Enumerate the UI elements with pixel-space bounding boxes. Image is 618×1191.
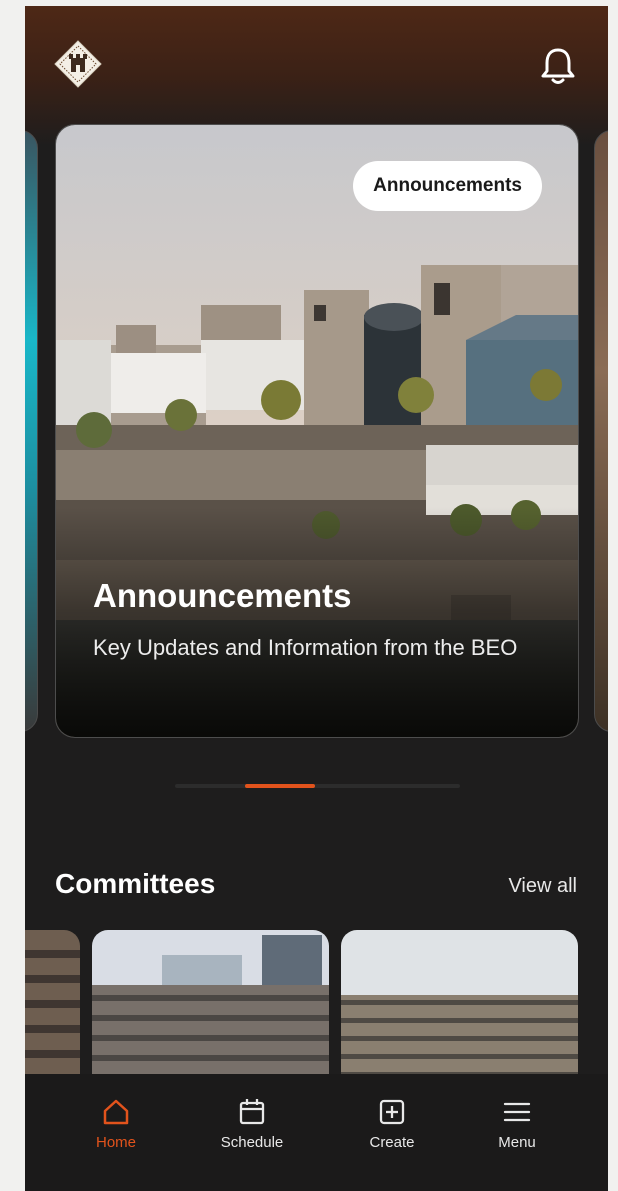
committee-card[interactable] [341,930,578,1090]
home-icon [103,1099,129,1125]
committee-card[interactable] [25,930,80,1090]
committees-heading: Committees [55,868,216,899]
app-screen: Announcements Announcements Key Updates … [25,6,608,1191]
carousel-card-previous[interactable] [25,130,38,732]
announcement-carousel[interactable]: Announcements Announcements Key Updates … [25,122,608,742]
bottom-navigation: Home Schedule Create Menu [25,1074,608,1191]
nav-menu-label: Menu [498,1134,536,1151]
calendar-icon [239,1099,265,1125]
card-gradient-overlay [56,507,578,737]
nav-schedule-label: Schedule [220,1134,284,1151]
nav-menu[interactable]: Menu [462,1096,572,1151]
carousel-card-announcements[interactable]: Announcements Announcements Key Updates … [55,124,579,738]
committees-list[interactable] [25,930,608,1090]
nav-home[interactable]: Home [61,1096,171,1151]
nav-create-label: Create [369,1134,415,1151]
plus-square-icon [379,1099,405,1125]
nav-schedule[interactable]: Schedule [197,1096,307,1151]
nav-home-label: Home [95,1134,136,1151]
card-title: Announcements [93,577,352,614]
committee-photo [341,930,578,1090]
menu-icon [503,1102,531,1122]
carousel-card-next[interactable] [594,130,608,732]
bell-icon[interactable] [536,44,580,88]
carousel-indicator-active [245,784,315,788]
committee-card[interactable] [92,930,329,1090]
top-bar [25,36,608,96]
category-badge[interactable]: Announcements [353,161,542,211]
nav-create[interactable]: Create [337,1096,447,1151]
view-all-link[interactable]: View all [508,875,577,898]
committee-photo [25,930,80,1090]
carousel-indicator [175,784,460,788]
committee-photo [92,930,329,1090]
card-subtitle: Key Updates and Information from the BEO [93,635,518,660]
crest-logo-icon[interactable] [53,39,103,89]
